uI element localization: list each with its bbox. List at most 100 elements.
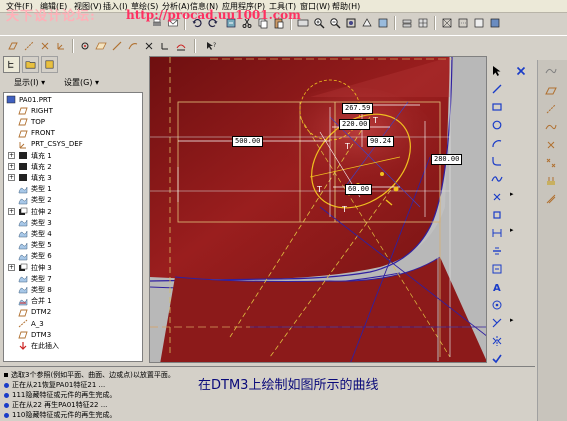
datum-plane-display-button[interactable] xyxy=(6,39,20,53)
tree-item[interactable]: TOP xyxy=(18,116,45,127)
settings-dropdown[interactable]: 设置(G) ▾ xyxy=(64,77,99,88)
arc-icon xyxy=(492,140,502,148)
svg-text:T: T xyxy=(316,185,322,194)
datum-axis-display-button[interactable] xyxy=(22,39,36,53)
saved-views-button[interactable] xyxy=(376,16,390,30)
tree-item[interactable]: 在此插入 xyxy=(18,340,59,351)
expand-icon[interactable]: + xyxy=(8,152,15,159)
spline-tool-button[interactable] xyxy=(490,172,504,186)
tab-favorites[interactable] xyxy=(41,56,58,73)
point-tool-button[interactable] xyxy=(490,190,504,204)
no-hidden-button[interactable] xyxy=(472,16,486,30)
tree-item[interactable]: PA01.PRT xyxy=(6,94,52,105)
point-cloud-button[interactable] xyxy=(544,156,558,170)
zoom-out-button[interactable] xyxy=(328,16,342,30)
arc-tool-button[interactable] xyxy=(490,136,504,150)
context-help-button[interactable]: ? xyxy=(204,39,218,53)
datum-point-display-button[interactable] xyxy=(38,39,52,53)
tree-item[interactable]: 类型 8 xyxy=(18,284,52,295)
fillet-tool-button[interactable] xyxy=(490,154,504,168)
datum-plane-tool-button[interactable] xyxy=(94,39,108,53)
palette-tool-button[interactable] xyxy=(490,298,504,312)
offset-feature-button[interactable] xyxy=(544,192,558,206)
curve-feature-button[interactable] xyxy=(544,120,558,134)
dimension-220[interactable]: 220.00 xyxy=(339,119,371,130)
use-edge-tool-button[interactable] xyxy=(490,208,504,222)
plane-feature-button[interactable] xyxy=(544,84,558,98)
wireframe-button[interactable] xyxy=(440,16,454,30)
menu-window[interactable]: 窗口(W) xyxy=(300,1,330,12)
tree-item[interactable]: 类型 4 xyxy=(18,228,52,239)
analysis-tool-button[interactable] xyxy=(174,39,188,53)
tree-item[interactable]: 类型 1 xyxy=(18,184,52,195)
datum-axis-tool-icon xyxy=(112,41,122,51)
menu-insert[interactable]: 插入(I) xyxy=(103,1,128,12)
mirror-tool-button[interactable] xyxy=(490,334,504,348)
tree-item[interactable]: 类型 6 xyxy=(18,251,52,262)
shading-button[interactable] xyxy=(488,16,502,30)
zoom-in-button[interactable] xyxy=(312,16,326,30)
dimension-280[interactable]: 280.00 xyxy=(431,154,463,165)
dimension-tool-button[interactable] xyxy=(490,226,504,240)
tree-item[interactable]: + 填充 3 xyxy=(8,172,52,183)
datum-point-tool-button[interactable] xyxy=(142,39,156,53)
dimension-500[interactable]: 500.00 xyxy=(232,136,264,147)
display-dropdown[interactable]: 显示(I) ▾ xyxy=(14,77,45,88)
tree-item[interactable]: A_3 xyxy=(18,318,44,329)
tree-item[interactable]: + 拉伸 3 xyxy=(8,262,52,273)
tree-item[interactable]: RIGHT xyxy=(18,105,53,116)
tree-item[interactable]: 合并 1 xyxy=(18,296,52,307)
menu-help[interactable]: 帮助(H) xyxy=(332,1,360,12)
spin-center-button[interactable] xyxy=(78,39,92,53)
dimension-267-59[interactable]: 267.59 xyxy=(342,103,374,114)
message-line: 正在从21恢复PA01特征21 ... xyxy=(4,380,105,390)
tree-item[interactable]: DTM3 xyxy=(18,329,51,340)
expand-icon[interactable]: + xyxy=(8,163,15,171)
tree-item[interactable]: DTM2 xyxy=(18,307,51,318)
flyout-arrow-icon[interactable]: ▸ xyxy=(510,190,514,198)
line-tool-button[interactable] xyxy=(490,82,504,96)
tab-folder-browser[interactable] xyxy=(22,56,39,73)
datum-axis-tool-button[interactable] xyxy=(110,39,124,53)
axis-feature-button[interactable] xyxy=(544,102,558,116)
accept-sketch-button[interactable] xyxy=(490,352,504,366)
dimension-60[interactable]: 60.00 xyxy=(345,184,373,195)
layers-button[interactable] xyxy=(400,16,414,30)
view-manager-button[interactable] xyxy=(416,16,430,30)
tree-item[interactable]: PRT_CSYS_DEF xyxy=(18,139,83,150)
graphics-viewport[interactable]: T T T T 267.59 220.00 500.00 90.24 60.00… xyxy=(149,56,487,363)
csys-display-button[interactable] xyxy=(54,39,68,53)
tree-item[interactable]: 类型 7 xyxy=(18,273,52,284)
tree-item[interactable]: 类型 5 xyxy=(18,240,52,251)
curve-tool-button[interactable] xyxy=(544,64,558,78)
text-tool-button[interactable]: A xyxy=(490,280,504,294)
cancel-sketch-button[interactable] xyxy=(514,64,528,78)
expand-icon[interactable]: + xyxy=(8,174,15,182)
expand-icon[interactable]: + xyxy=(8,208,15,215)
analysis-feature-button[interactable] xyxy=(544,174,558,188)
trim-tool-button[interactable] xyxy=(490,316,504,330)
rectangle-tool-button[interactable] xyxy=(490,100,504,114)
circle-tool-button[interactable] xyxy=(490,118,504,132)
tree-item[interactable]: 类型 2 xyxy=(18,195,52,206)
model-tree: PA01.PRT RIGHT TOP FRONT PRT_CSYS_DEF + 填充 1 + 填… xyxy=(3,92,143,362)
tree-item[interactable]: 类型 3 xyxy=(18,217,52,228)
tree-item[interactable]: + 拉伸 2 xyxy=(8,206,52,217)
dimension-90-24[interactable]: 90.24 xyxy=(367,136,395,147)
tab-model-tree[interactable] xyxy=(3,56,20,73)
csys-tool-button[interactable] xyxy=(158,39,172,53)
flyout-arrow-icon[interactable]: ▸ xyxy=(510,226,514,234)
flyout-arrow-icon[interactable]: ▸ xyxy=(510,316,514,324)
hidden-line-button[interactable] xyxy=(456,16,470,30)
constraint-tool-button[interactable] xyxy=(490,262,504,276)
point-feature-button[interactable] xyxy=(544,138,558,152)
select-tool-button[interactable] xyxy=(490,64,504,78)
reorient-button[interactable] xyxy=(360,16,374,30)
sketch-tool-button[interactable] xyxy=(126,39,140,53)
modify-tool-button[interactable] xyxy=(490,244,504,258)
tree-item[interactable]: FRONT xyxy=(18,128,55,139)
refit-button[interactable] xyxy=(344,16,358,30)
expand-icon[interactable]: + xyxy=(8,264,15,271)
tree-item[interactable]: + 填充 2 xyxy=(8,161,52,172)
tree-item[interactable]: + 填充 1 xyxy=(8,150,52,161)
